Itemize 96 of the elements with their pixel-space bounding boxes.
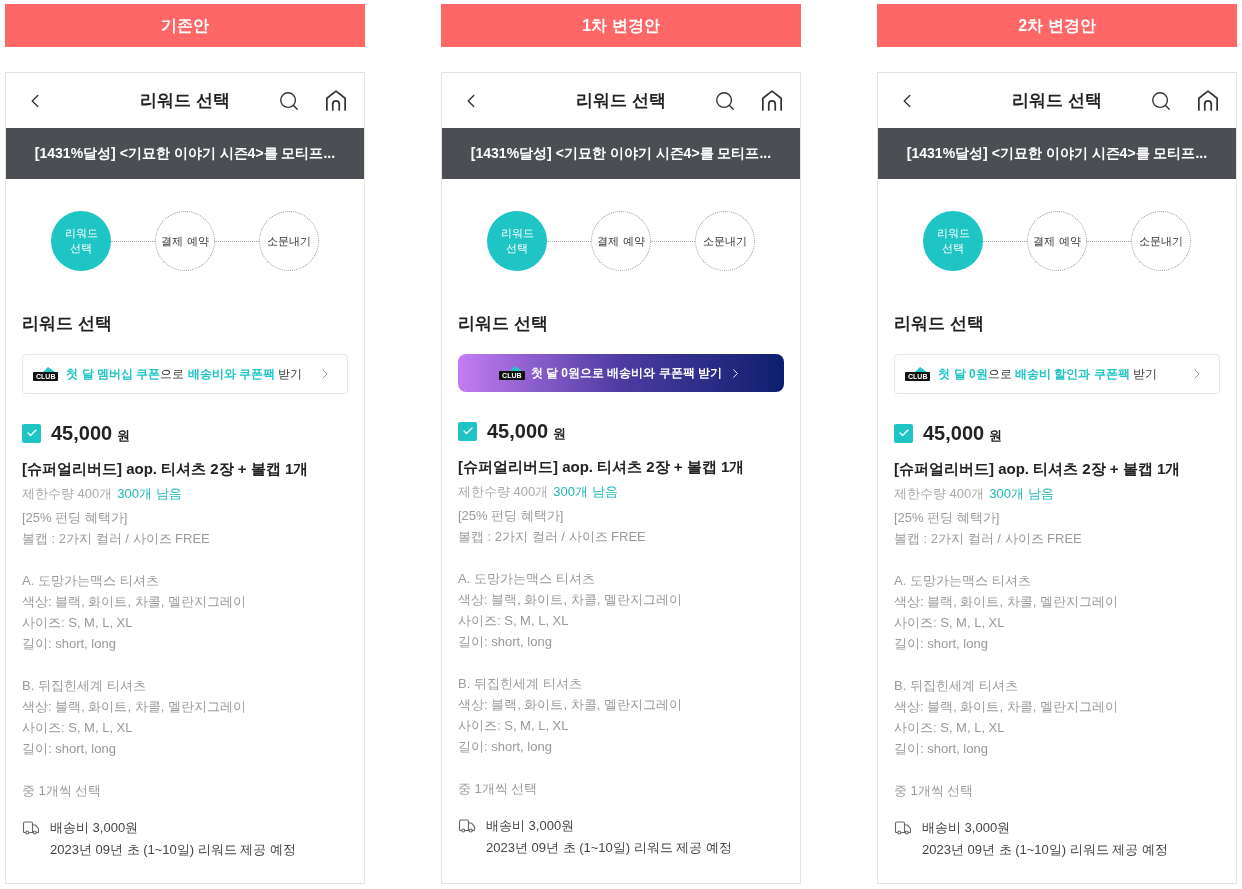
step-indicator: 결제 예약 [155, 211, 215, 271]
step-indicator: 결제 예약 [1027, 211, 1087, 271]
screen-title: 리워드 선택 [140, 89, 230, 112]
check-icon [897, 427, 910, 439]
search-icon[interactable] [278, 89, 300, 112]
home-icon[interactable] [326, 90, 346, 111]
description-line: 길이: short, long [22, 740, 116, 758]
shipping-fee: 배송비 3,000원 [50, 819, 139, 837]
shipping-fee: 배송비 3,000원 [922, 819, 1011, 837]
description-line: 볼캡 : 2가지 컬러 / 사이즈 FREE [458, 528, 646, 546]
section-title: 리워드 선택 [458, 313, 548, 335]
description-line: A. 도망가는맥스 티셔츠 [22, 572, 159, 590]
description-line: 중 1개씩 선택 [458, 780, 538, 798]
price: 45,000 [923, 420, 985, 445]
description-line: 사이즈: S, M, L, XL [894, 719, 1005, 737]
step-indicator: 리워드 선택 [487, 211, 547, 271]
checkbox[interactable] [458, 421, 477, 441]
description-line: B. 뒤집힌세계 티셔츠 [22, 677, 146, 695]
step-connector [1087, 240, 1131, 242]
version-label: 2차 변경안 [877, 4, 1237, 47]
checkbox[interactable] [22, 423, 41, 443]
reward-name: [슈퍼얼리버드] aop. 티셔츠 2장 + 볼캡 1개 [458, 457, 745, 477]
description-line: 색상: 블랙, 화이트, 차콜, 멜란지그레이 [458, 591, 682, 609]
remaining-count: 300개 남음 [117, 485, 182, 503]
currency: 원 [553, 424, 567, 443]
search-icon[interactable] [714, 89, 736, 112]
step-connector [215, 240, 259, 242]
section-title: 리워드 선택 [894, 313, 984, 335]
description-line: A. 도망가는맥스 티셔츠 [458, 570, 595, 588]
checkbox[interactable] [894, 423, 913, 443]
description-line: 사이즈: S, M, L, XL [458, 612, 569, 630]
version-label: 1차 변경안 [441, 4, 801, 47]
step-connector [547, 240, 591, 242]
description-line: 길이: short, long [458, 633, 552, 651]
remaining-count: 300개 남음 [553, 483, 618, 501]
description-line: 색상: 블랙, 화이트, 차콜, 멜란지그레이 [894, 698, 1118, 716]
description-line: 사이즈: S, M, L, XL [22, 614, 133, 632]
truck-icon [22, 819, 40, 837]
shipping-fee: 배송비 3,000원 [486, 817, 575, 835]
currency: 원 [989, 426, 1003, 445]
description-line: 볼캡 : 2가지 컬러 / 사이즈 FREE [894, 530, 1082, 548]
screen-title: 리워드 선택 [576, 89, 666, 112]
limit-text: 제한수량 400개 [458, 483, 549, 501]
delivery-date: 2023년 09년 초 (1~10일) 리워드 제공 예정 [486, 839, 732, 857]
step-connector [983, 240, 1027, 242]
check-icon [461, 425, 474, 437]
description-line: [25% 펀딩 혜택가] [894, 509, 1000, 527]
description-line: 색상: 블랙, 화이트, 차콜, 멜란지그레이 [22, 593, 246, 611]
notice-banner[interactable]: [1431%달성] <기묘한 이야기 시즌4>를 모티프... [878, 128, 1236, 179]
limit-text: 제한수량 400개 [22, 485, 113, 503]
description-line: 사이즈: S, M, L, XL [458, 717, 569, 735]
description-line: 색상: 블랙, 화이트, 차콜, 멜란지그레이 [894, 593, 1118, 611]
step-indicator: 소문내기 [695, 211, 755, 271]
screen-title: 리워드 선택 [1012, 89, 1102, 112]
delivery-date: 2023년 09년 초 (1~10일) 리워드 제공 예정 [922, 841, 1168, 859]
step-indicator: 리워드 선택 [51, 211, 111, 271]
search-icon[interactable] [1150, 89, 1172, 112]
section-title: 리워드 선택 [22, 313, 112, 335]
description-line: B. 뒤집힌세계 티셔츠 [894, 677, 1018, 695]
description-line: 길이: short, long [22, 635, 116, 653]
description-line: B. 뒤집힌세계 티셔츠 [458, 675, 582, 693]
notice-banner[interactable]: [1431%달성] <기묘한 이야기 시즌4>를 모티프... [442, 128, 800, 179]
reward-name: [슈퍼얼리버드] aop. 티셔츠 2장 + 볼캡 1개 [22, 459, 309, 479]
description-line: 사이즈: S, M, L, XL [22, 719, 133, 737]
description-line: [25% 펀딩 혜택가] [22, 509, 128, 527]
description-line: 색상: 블랙, 화이트, 차콜, 멜란지그레이 [22, 698, 246, 716]
price: 45,000 [51, 420, 113, 445]
limit-text: 제한수량 400개 [894, 485, 985, 503]
description-line: 중 1개씩 선택 [894, 782, 974, 800]
step-connector [651, 240, 695, 242]
version-label: 기존안 [5, 4, 365, 47]
notice-banner[interactable]: [1431%달성] <기묘한 이야기 시즌4>를 모티프... [6, 128, 364, 179]
delivery-date: 2023년 09년 초 (1~10일) 리워드 제공 예정 [50, 841, 296, 859]
step-indicator: 소문내기 [1131, 211, 1191, 271]
description-line: 길이: short, long [894, 740, 988, 758]
truck-icon [894, 819, 912, 837]
truck-icon [458, 817, 476, 835]
remaining-count: 300개 남음 [989, 485, 1054, 503]
description-line: 중 1개씩 선택 [22, 782, 102, 800]
check-icon [25, 427, 38, 439]
description-line: 사이즈: S, M, L, XL [894, 614, 1005, 632]
description-line: [25% 펀딩 혜택가] [458, 507, 564, 525]
description-line: 길이: short, long [894, 635, 988, 653]
description-line: A. 도망가는맥스 티셔츠 [894, 572, 1031, 590]
description-line: 길이: short, long [458, 738, 552, 756]
step-indicator: 결제 예약 [591, 211, 651, 271]
price: 45,000 [487, 418, 549, 443]
currency: 원 [117, 426, 131, 445]
home-icon[interactable] [1198, 90, 1218, 111]
description-line: 볼캡 : 2가지 컬러 / 사이즈 FREE [22, 530, 210, 548]
step-connector [111, 240, 155, 242]
step-indicator: 소문내기 [259, 211, 319, 271]
reward-name: [슈퍼얼리버드] aop. 티셔츠 2장 + 볼캡 1개 [894, 459, 1181, 479]
step-indicator: 리워드 선택 [923, 211, 983, 271]
description-line: 색상: 블랙, 화이트, 차콜, 멜란지그레이 [458, 696, 682, 714]
home-icon[interactable] [762, 90, 782, 111]
